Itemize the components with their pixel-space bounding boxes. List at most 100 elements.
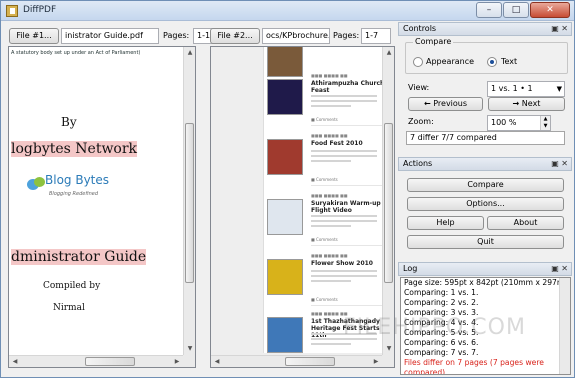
appearance-radio-label[interactable]: Appearance	[426, 54, 474, 70]
text-radio-label[interactable]: Text	[501, 54, 517, 70]
news-thumbnail	[267, 79, 303, 115]
news-text-line	[311, 343, 351, 345]
left-page-view[interactable]: A statutory body set up under an Act of …	[8, 46, 196, 368]
actions-title-label: Actions	[403, 159, 433, 168]
title-bar: DiffPDF – □ ✕	[1, 1, 574, 21]
window-title: DiffPDF	[23, 5, 57, 15]
scroll-up-icon[interactable]: ▲	[184, 47, 195, 59]
app-window: DiffPDF – □ ✕ File #1... inistrator Guid…	[0, 0, 575, 378]
next-button-label: Next	[521, 99, 541, 108]
log-result-line: Files differ on 7 pages (7 pages were co…	[404, 358, 544, 375]
log-line: Comparing: 7 vs. 7.	[404, 348, 479, 357]
news-text-line	[311, 105, 351, 107]
zoom-value: 100 %	[491, 118, 517, 127]
news-text-line	[311, 220, 377, 222]
file2-name-field[interactable]: ocs/KPbrochure.pdf	[262, 28, 330, 44]
zoom-spinbox[interactable]: 100 % ▲ ▼	[487, 115, 551, 131]
maximize-icon[interactable]: □	[503, 2, 529, 18]
app-icon	[6, 5, 18, 17]
right-hscroll-thumb[interactable]	[285, 357, 335, 366]
compare-button[interactable]: Compare	[407, 178, 564, 192]
scroll-down-icon[interactable]: ▼	[383, 343, 394, 355]
right-vertical-scrollbar[interactable]: ▲ ▼	[382, 47, 394, 355]
doc-network-text: logbytes Network	[11, 141, 138, 157]
news-thumbnail	[267, 317, 303, 353]
options-button[interactable]: Options...	[407, 197, 564, 211]
file1-name-field[interactable]: inistrator Guide.pdf	[61, 28, 159, 44]
left-vscroll-thumb[interactable]	[185, 123, 194, 283]
scroll-up-icon[interactable]: ▲	[383, 47, 394, 59]
dock-float-close-icons[interactable]: ▣ ✕	[551, 23, 568, 35]
scroll-left-icon[interactable]: ◀	[211, 356, 223, 367]
log-vertical-scrollbar[interactable]	[559, 278, 570, 374]
view-label: View:	[408, 83, 430, 92]
zoom-label: Zoom:	[408, 117, 434, 126]
news-thumbnail	[267, 259, 303, 295]
left-vertical-scrollbar[interactable]: ▲ ▼	[183, 47, 195, 355]
logo-bubbles-icon	[27, 177, 45, 193]
news-list-item: ■■■ ■■■■ ■■ Food Fest 2010 ■ Comments	[263, 131, 391, 191]
help-button[interactable]: Help	[407, 216, 484, 230]
controls-title-label: Controls	[403, 24, 437, 33]
compare-group-label: Compare	[413, 36, 454, 48]
news-meta: ■■■ ■■■■ ■■	[311, 133, 348, 138]
news-title: Food Fest 2010	[311, 140, 363, 147]
doc-compiled-by: Compiled by	[43, 281, 101, 291]
news-list-item: ■■■ ■■■■ ■■ Suryakiran Warm-up Flight Vid…	[263, 191, 391, 251]
scroll-right-icon[interactable]: ▶	[370, 356, 382, 367]
right-pages-label: Pages:	[333, 31, 360, 40]
appearance-radio[interactable]	[413, 57, 423, 67]
logo-text: Blog Bytes	[45, 173, 110, 187]
news-text-line	[311, 100, 377, 102]
next-button[interactable]: → Next	[488, 97, 565, 111]
spin-arrows-icon[interactable]: ▲ ▼	[540, 116, 550, 130]
doc-author: Nirmal	[53, 303, 85, 313]
left-document-page: A statutory body set up under an Act of …	[9, 47, 194, 353]
news-list-item: ■■■ ■■■■ ■■ Athirampuzha Church Feast ■ Co…	[263, 71, 391, 131]
left-horizontal-scrollbar[interactable]: ◀ ▶	[9, 355, 183, 367]
minimize-icon[interactable]: –	[476, 2, 502, 18]
log-panel-title: Log ▣ ✕	[398, 262, 572, 276]
news-text-line	[311, 160, 351, 162]
file2-button[interactable]: File #2...	[210, 28, 260, 44]
right-pages-field[interactable]: 1-7	[361, 28, 391, 44]
news-comments: ■ Comments	[311, 117, 338, 122]
watermark: FILEHIPPO.COM	[343, 315, 526, 340]
about-button[interactable]: About	[487, 216, 564, 230]
close-icon[interactable]: ✕	[530, 2, 570, 18]
file1-button[interactable]: File #1...	[9, 28, 59, 44]
text-radio[interactable]	[487, 57, 497, 67]
arrow-left-icon: ←	[423, 99, 431, 108]
dock-float-close-icons[interactable]: ▣ ✕	[551, 158, 568, 170]
scroll-left-icon[interactable]: ◀	[9, 356, 21, 367]
scroll-right-icon[interactable]: ▶	[171, 356, 183, 367]
view-combobox[interactable]: 1 vs. 1 • 1 ▼	[487, 81, 565, 97]
news-meta: ■■■ ■■■■ ■■	[311, 253, 348, 258]
news-text-line	[311, 215, 377, 217]
news-comments: ■ Comments	[311, 237, 338, 242]
news-title: Flower Show 2010	[311, 260, 373, 267]
dock-float-close-icons[interactable]: ▣ ✕	[551, 263, 568, 275]
news-thumbnail	[267, 139, 303, 175]
right-vscroll-thumb[interactable]	[384, 123, 393, 283]
previous-button[interactable]: ← Previous	[408, 97, 483, 111]
news-text-line	[311, 275, 377, 277]
news-title: Athirampuzha Church Feast	[311, 80, 385, 94]
news-meta: ■■■ ■■■■ ■■	[311, 193, 348, 198]
doc-guide-title: dministrator Guide	[11, 249, 147, 265]
left-hscroll-thumb[interactable]	[85, 357, 135, 366]
scroll-down-icon[interactable]: ▼	[184, 343, 195, 355]
log-line: Comparing: 1 vs. 1.	[404, 288, 479, 297]
log-line: Comparing: 2 vs. 2.	[404, 298, 479, 307]
news-meta: ■■■ ■■■■ ■■	[311, 73, 348, 78]
quit-button[interactable]: Quit	[407, 235, 564, 249]
news-comments: ■ Comments	[311, 297, 338, 302]
news-list-item: ■■■ ■■■■ ■■ Flower Show 2010 ■ Comments	[263, 251, 391, 311]
blog-bytes-logo: Blog Bytes Blogging Redefined	[27, 171, 117, 207]
chevron-down-icon[interactable]: ▼	[557, 82, 562, 96]
doc-by-text: By	[61, 115, 77, 129]
log-line: Page size: 595pt x 842pt (210mm x 297mm)…	[404, 278, 571, 287]
news-separator	[311, 245, 387, 246]
right-horizontal-scrollbar[interactable]: ◀ ▶	[211, 355, 382, 367]
left-pages-label: Pages:	[163, 31, 190, 40]
